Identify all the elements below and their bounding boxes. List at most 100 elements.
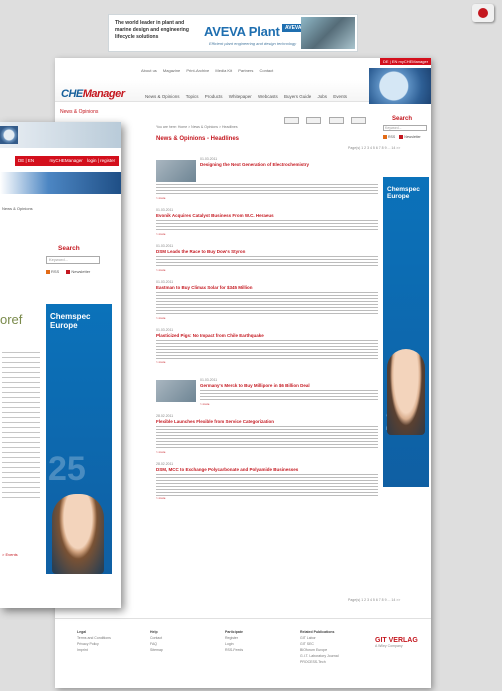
footer-link[interactable]: Imprint [77, 648, 88, 652]
nav-events[interactable]: Events [333, 94, 347, 99]
nav-news[interactable]: News & Opinions [145, 94, 180, 99]
logo-accent: Manager [82, 88, 125, 100]
overlay-login-sub[interactable]: login | register [87, 158, 115, 163]
article-title[interactable]: Designing the Next Generation of Electro… [200, 162, 378, 167]
top-nav-contact[interactable]: Contact [259, 68, 273, 73]
overlay-search-input[interactable]: Keyword... [46, 256, 100, 264]
article-title[interactable]: Eastman to Buy Climax Solar for $345 Mil… [156, 285, 378, 290]
top-nav-print-archive[interactable]: Print-Archive [186, 68, 209, 73]
nav-webcasts[interactable]: Webcasts [258, 94, 278, 99]
article-item: 01.03.2011 Germany's Merck to Buy Millip… [200, 378, 378, 406]
top-nav-about[interactable]: About us [141, 68, 157, 73]
ad-headline: The world leader in plant and marine des… [115, 20, 189, 40]
footer-link[interactable]: RSS-Feeds [225, 648, 243, 652]
footer-link[interactable]: FAQ [150, 642, 157, 646]
article-more-link[interactable]: > more [156, 360, 378, 364]
top-nav-partners[interactable]: Partners [238, 68, 253, 73]
article-more-link[interactable]: > more [156, 496, 378, 500]
sidebar-section-label[interactable]: News & Opinions [60, 109, 98, 115]
article-more-link[interactable]: > more [156, 316, 378, 320]
article-more-link[interactable]: > more [156, 232, 378, 236]
footer-link[interactable]: Privacy Policy [77, 642, 99, 646]
nav-buyers-guide[interactable]: Buyers Guide [284, 94, 311, 99]
article-excerpt [156, 426, 378, 450]
rss-icon [46, 269, 50, 274]
publisher-logo[interactable]: GIT VERLAG A Wiley Company [375, 637, 418, 648]
overlay-sidebar-ad[interactable]: Chemspec Europe 25 [46, 304, 112, 574]
article-title[interactable]: DSM Leads the Race to Buy Dow's Styron [156, 249, 378, 254]
site-logo[interactable]: CHEManager [61, 88, 125, 100]
lang-switch[interactable]: DE | EN [383, 59, 397, 64]
overlay-newsletter-link[interactable]: Newsletter [71, 269, 90, 274]
pagination-top[interactable]: Page(s) 1 2 3 4 5 6 7 8 9 ... 14 >> [348, 146, 400, 150]
article-title[interactable]: DSM, MCC to Exchange Polycarbonate and P… [156, 467, 378, 472]
overlay-account-bar[interactable]: DE | EN myCHEManager login | register [15, 156, 119, 166]
article-item: 01.03.2011 Plasticized Pigs: No Impact f… [156, 328, 378, 364]
globe-header-image [369, 68, 431, 104]
print-button[interactable] [284, 117, 299, 124]
ad-banner[interactable]: The world leader in plant and marine des… [108, 14, 358, 52]
top-nav: About us Magazine Print-Archive Media Ki… [141, 68, 278, 73]
footer-link[interactable]: Register [225, 636, 238, 640]
footer-link[interactable]: GIT Labor [300, 636, 316, 640]
article-title[interactable]: Plasticized Pigs: No Impact from Chile E… [156, 333, 378, 338]
article-more-link[interactable]: > more [156, 196, 378, 200]
globe-icon [0, 126, 18, 144]
footer-link[interactable]: Contact [150, 636, 162, 640]
overlay-ad-brand: Chemspec Europe [50, 312, 91, 330]
article-title[interactable]: Flexible Launches Flexible from Service … [156, 419, 378, 424]
article-title[interactable]: Evonik Acquires Catalyst Business From W… [156, 213, 378, 218]
article-more-link[interactable]: > more [156, 450, 378, 454]
nav-topics[interactable]: Topics [186, 94, 199, 99]
article-excerpt [156, 184, 378, 196]
overlay-bottom-link[interactable]: > Events [2, 552, 18, 557]
nav-jobs[interactable]: Jobs [318, 94, 328, 99]
sidebar-ad[interactable]: Chemspec Europe 25 [383, 177, 429, 487]
footer-link[interactable]: Sitemap [150, 648, 163, 652]
overlay-partial-logo: oref [0, 312, 23, 327]
bookmark-button[interactable] [351, 117, 367, 124]
search-input[interactable]: Keyword... [383, 125, 427, 131]
overlay-rss-link[interactable]: RSS [51, 269, 59, 274]
toolbar-buttons [284, 111, 369, 124]
logo-main: CHE [61, 88, 83, 100]
overlay-search: Search Keyword... RSS Newsletter [46, 245, 100, 274]
article-more-link[interactable]: > more [200, 402, 378, 406]
footer-link[interactable]: Terms and Conditions [77, 636, 111, 640]
overlay-text-block [2, 352, 40, 502]
pagination-bottom[interactable]: Page(s) 1 2 3 4 5 6 7 8 9 ... 14 >> [348, 598, 400, 602]
article-title[interactable]: Germany's Merck to Buy Millipore in $6 B… [200, 383, 378, 388]
overlay-ad-portrait [52, 494, 104, 574]
article-item: 28.02.2011 DSM, MCC to Exchange Polycarb… [156, 462, 378, 500]
nav-products[interactable]: Products [205, 94, 223, 99]
overlay-feed-links: RSS Newsletter [46, 269, 100, 274]
footer-link[interactable]: Login [225, 642, 234, 646]
article-more-link[interactable]: > more [156, 268, 378, 272]
publisher-subtitle: A Wiley Company [375, 644, 403, 648]
article-item: > more [156, 182, 378, 200]
account-bar[interactable]: DE | EN myCHEManager [380, 58, 431, 65]
rss-link[interactable]: RSS [388, 135, 395, 139]
footer-link[interactable]: BIOforum Europe [300, 648, 327, 652]
article-thumbnail[interactable] [156, 160, 196, 182]
font-size-button[interactable] [306, 117, 322, 124]
article-excerpt [156, 340, 378, 360]
share-button[interactable] [328, 117, 344, 124]
newsletter-link[interactable]: Newsletter [404, 135, 421, 139]
article-thumbnail[interactable] [156, 380, 196, 402]
top-nav-magazine[interactable]: Magazine [163, 68, 180, 73]
top-nav-media-kit[interactable]: Media Kit [215, 68, 232, 73]
footer-link[interactable]: GIT SEC [300, 642, 314, 646]
sidebar-ad-portrait [387, 349, 425, 435]
overlay-sidebar-label[interactable]: News & Opinions [2, 206, 33, 211]
footer-link[interactable]: PROCESS-Tech [300, 660, 326, 664]
login-link[interactable]: myCHEManager [399, 59, 429, 64]
overlay-login-link[interactable]: myCHEManager [49, 158, 82, 163]
footer-link[interactable]: G.I.T. Laboratory Journal [300, 654, 339, 658]
article-date: 01.03.2011 [156, 328, 174, 332]
overlay-lang-switch[interactable]: DE | EN [18, 158, 34, 163]
nav-whitepaper[interactable]: Whitepaper [229, 94, 252, 99]
footer-col-help: Help Contact FAQ Sitemap [150, 629, 163, 653]
article-date: 01.03.2011 [200, 378, 218, 382]
footer-col-participate: Participate Register Login RSS-Feeds [225, 629, 243, 653]
